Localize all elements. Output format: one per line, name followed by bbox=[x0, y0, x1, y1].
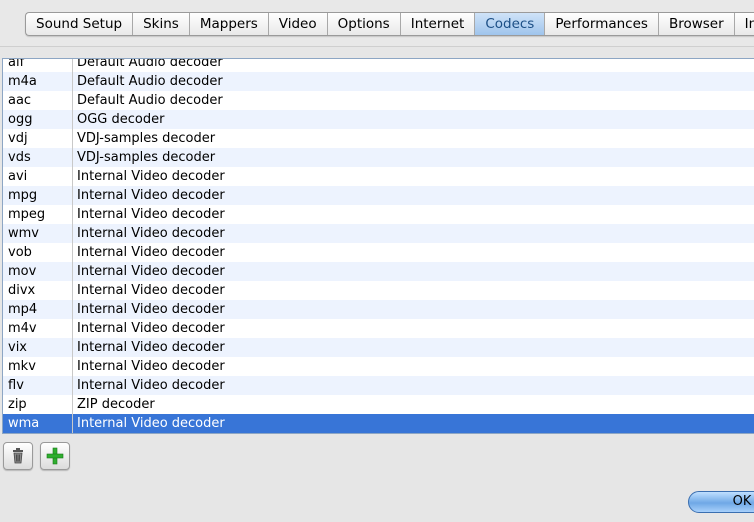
decoder-cell: Internal Video decoder bbox=[77, 243, 225, 262]
extension-cell: avi bbox=[8, 167, 27, 186]
codec-row[interactable]: vix Internal Video decoder bbox=[3, 338, 754, 357]
ok-label: OK bbox=[733, 494, 752, 509]
extension-cell: vix bbox=[8, 338, 27, 357]
decoder-cell: VDJ-samples decoder bbox=[77, 129, 215, 148]
codec-row[interactable]: divx Internal Video decoder bbox=[3, 281, 754, 300]
tab-internet[interactable]: Internet bbox=[401, 13, 476, 35]
codec-row[interactable]: mpg Internal Video decoder bbox=[3, 186, 754, 205]
extension-cell: m4v bbox=[8, 319, 37, 338]
extension-cell: vdj bbox=[8, 129, 28, 148]
extension-cell: mkv bbox=[8, 357, 36, 376]
delete-codec-button[interactable] bbox=[3, 442, 33, 470]
decoder-cell: ZIP decoder bbox=[77, 395, 155, 414]
decoder-cell: VDJ-samples decoder bbox=[77, 148, 215, 167]
tab-info[interactable]: Info bbox=[735, 13, 754, 35]
decoder-cell: Internal Video decoder bbox=[77, 376, 225, 395]
codec-row[interactable]: m4v Internal Video decoder bbox=[3, 319, 754, 338]
extension-cell: mov bbox=[8, 262, 36, 281]
tab-performances[interactable]: Performances bbox=[545, 13, 659, 35]
decoder-cell: Internal Video decoder bbox=[77, 338, 225, 357]
codec-row[interactable]: wmv Internal Video decoder bbox=[3, 224, 754, 243]
codec-row[interactable]: aac Default Audio decoder bbox=[3, 91, 754, 110]
codecs-panel: wmaInternal Video decoderzipZIP decoderf… bbox=[0, 46, 754, 522]
codec-row[interactable]: ogg OGG decoder bbox=[3, 110, 754, 129]
codec-row[interactable]: mov Internal Video decoder bbox=[3, 262, 754, 281]
extension-cell: m4a bbox=[8, 72, 37, 91]
extension-cell: flv bbox=[8, 376, 24, 395]
tab-skins[interactable]: Skins bbox=[133, 13, 190, 35]
decoder-cell: Internal Video decoder bbox=[77, 281, 225, 300]
decoder-cell: Internal Video decoder bbox=[77, 186, 225, 205]
extension-cell: zip bbox=[8, 395, 27, 414]
codec-row[interactable]: vob Internal Video decoder bbox=[3, 243, 754, 262]
extension-cell: ogg bbox=[8, 110, 32, 129]
decoder-cell: OGG decoder bbox=[77, 110, 164, 129]
column-divider bbox=[72, 59, 73, 433]
add-codec-button[interactable] bbox=[40, 442, 70, 470]
tab-browser[interactable]: Browser bbox=[659, 13, 735, 35]
extension-cell: vds bbox=[8, 148, 31, 167]
extension-cell: mpeg bbox=[8, 205, 45, 224]
tab-mappers[interactable]: Mappers bbox=[190, 13, 269, 35]
decoder-cell: Internal Video decoder bbox=[77, 300, 225, 319]
extension-cell: aac bbox=[8, 91, 31, 110]
decoder-cell: Default Audio decoder bbox=[77, 58, 223, 72]
decoder-cell: Default Audio decoder bbox=[77, 91, 223, 110]
decoder-cell: Internal Video decoder bbox=[77, 167, 225, 186]
codec-row[interactable]: flv Internal Video decoder bbox=[3, 376, 754, 395]
codec-row[interactable]: mkv Internal Video decoder bbox=[3, 357, 754, 376]
decoder-cell: Internal Video decoder bbox=[77, 357, 225, 376]
extension-cell: wmv bbox=[8, 224, 39, 243]
tab-video[interactable]: Video bbox=[269, 13, 328, 35]
decoder-cell: Internal Video decoder bbox=[77, 414, 225, 433]
tab-sound-setup[interactable]: Sound Setup bbox=[26, 13, 133, 35]
extension-cell: mpg bbox=[8, 186, 37, 205]
trash-icon bbox=[4, 443, 32, 469]
tab-options[interactable]: Options bbox=[328, 13, 401, 35]
decoder-cell: Internal Video decoder bbox=[77, 319, 225, 338]
tab-codecs[interactable]: Codecs bbox=[475, 13, 545, 35]
codec-row[interactable]: vds VDJ-samples decoder bbox=[3, 148, 754, 167]
codec-row[interactable]: mp4 Internal Video decoder bbox=[3, 300, 754, 319]
extension-cell: vob bbox=[8, 243, 32, 262]
codec-row[interactable]: m4a Default Audio decoder bbox=[3, 72, 754, 91]
codec-row[interactable]: vdj VDJ-samples decoder bbox=[3, 129, 754, 148]
extension-cell: aif bbox=[8, 58, 24, 72]
tab-bar: Sound SetupSkinsMappersVideoOptionsInter… bbox=[0, 0, 754, 46]
codec-table[interactable]: wmaInternal Video decoderzipZIP decoderf… bbox=[2, 58, 754, 434]
decoder-cell: Internal Video decoder bbox=[77, 224, 225, 243]
codec-row[interactable]: mpeg Internal Video decoder bbox=[3, 205, 754, 224]
codec-row[interactable]: zip ZIP decoder bbox=[3, 395, 754, 414]
tab-strip: Sound SetupSkinsMappersVideoOptionsInter… bbox=[25, 12, 754, 36]
codec-row[interactable]: avi Internal Video decoder bbox=[3, 167, 754, 186]
codec-row[interactable]: aif Default Audio decoder bbox=[3, 58, 754, 72]
plus-icon bbox=[41, 443, 69, 469]
extension-cell: divx bbox=[8, 281, 35, 300]
codec-row[interactable]: wma Internal Video decoder bbox=[3, 414, 754, 433]
decoder-cell: Internal Video decoder bbox=[77, 205, 225, 224]
extension-cell: wma bbox=[8, 414, 39, 433]
decoder-cell: Default Audio decoder bbox=[77, 72, 223, 91]
decoder-cell: Internal Video decoder bbox=[77, 262, 225, 281]
extension-cell: mp4 bbox=[8, 300, 37, 319]
ok-button[interactable]: OK bbox=[688, 491, 754, 513]
